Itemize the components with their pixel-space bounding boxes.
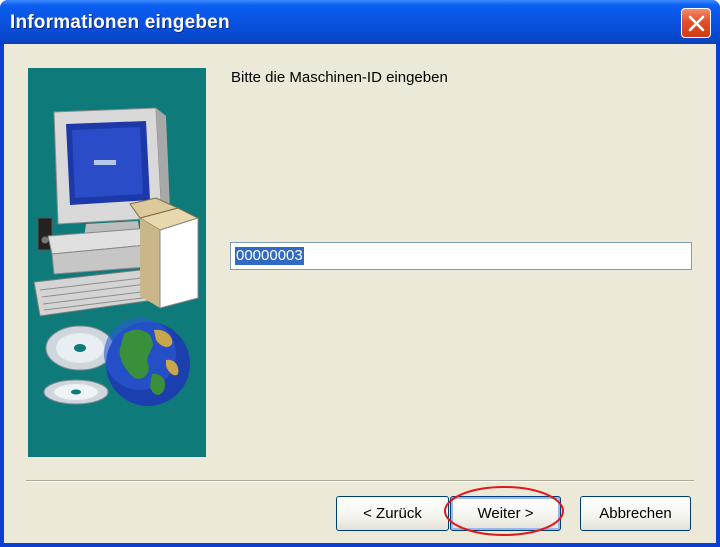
close-icon xyxy=(688,15,705,32)
button-separator xyxy=(26,480,694,482)
title-bar[interactable]: Informationen eingeben xyxy=(0,0,720,44)
close-button[interactable] xyxy=(681,8,711,38)
dialog-body: Bitte die Maschinen-ID eingeben 00000003… xyxy=(4,44,716,543)
cancel-button[interactable]: Abbrechen xyxy=(580,496,691,531)
machine-id-input[interactable]: 00000003 xyxy=(230,242,692,270)
back-button[interactable]: < Zurück xyxy=(336,496,449,531)
window-title: Informationen eingeben xyxy=(10,12,230,33)
dialog-window: Informationen eingeben Bitte die Maschin… xyxy=(0,0,720,547)
machine-id-prompt: Bitte die Maschinen-ID eingeben xyxy=(231,69,448,86)
computer-globe-illustration xyxy=(28,68,206,457)
machine-id-value: 00000003 xyxy=(235,247,304,265)
next-button[interactable]: Weiter > xyxy=(450,496,561,531)
